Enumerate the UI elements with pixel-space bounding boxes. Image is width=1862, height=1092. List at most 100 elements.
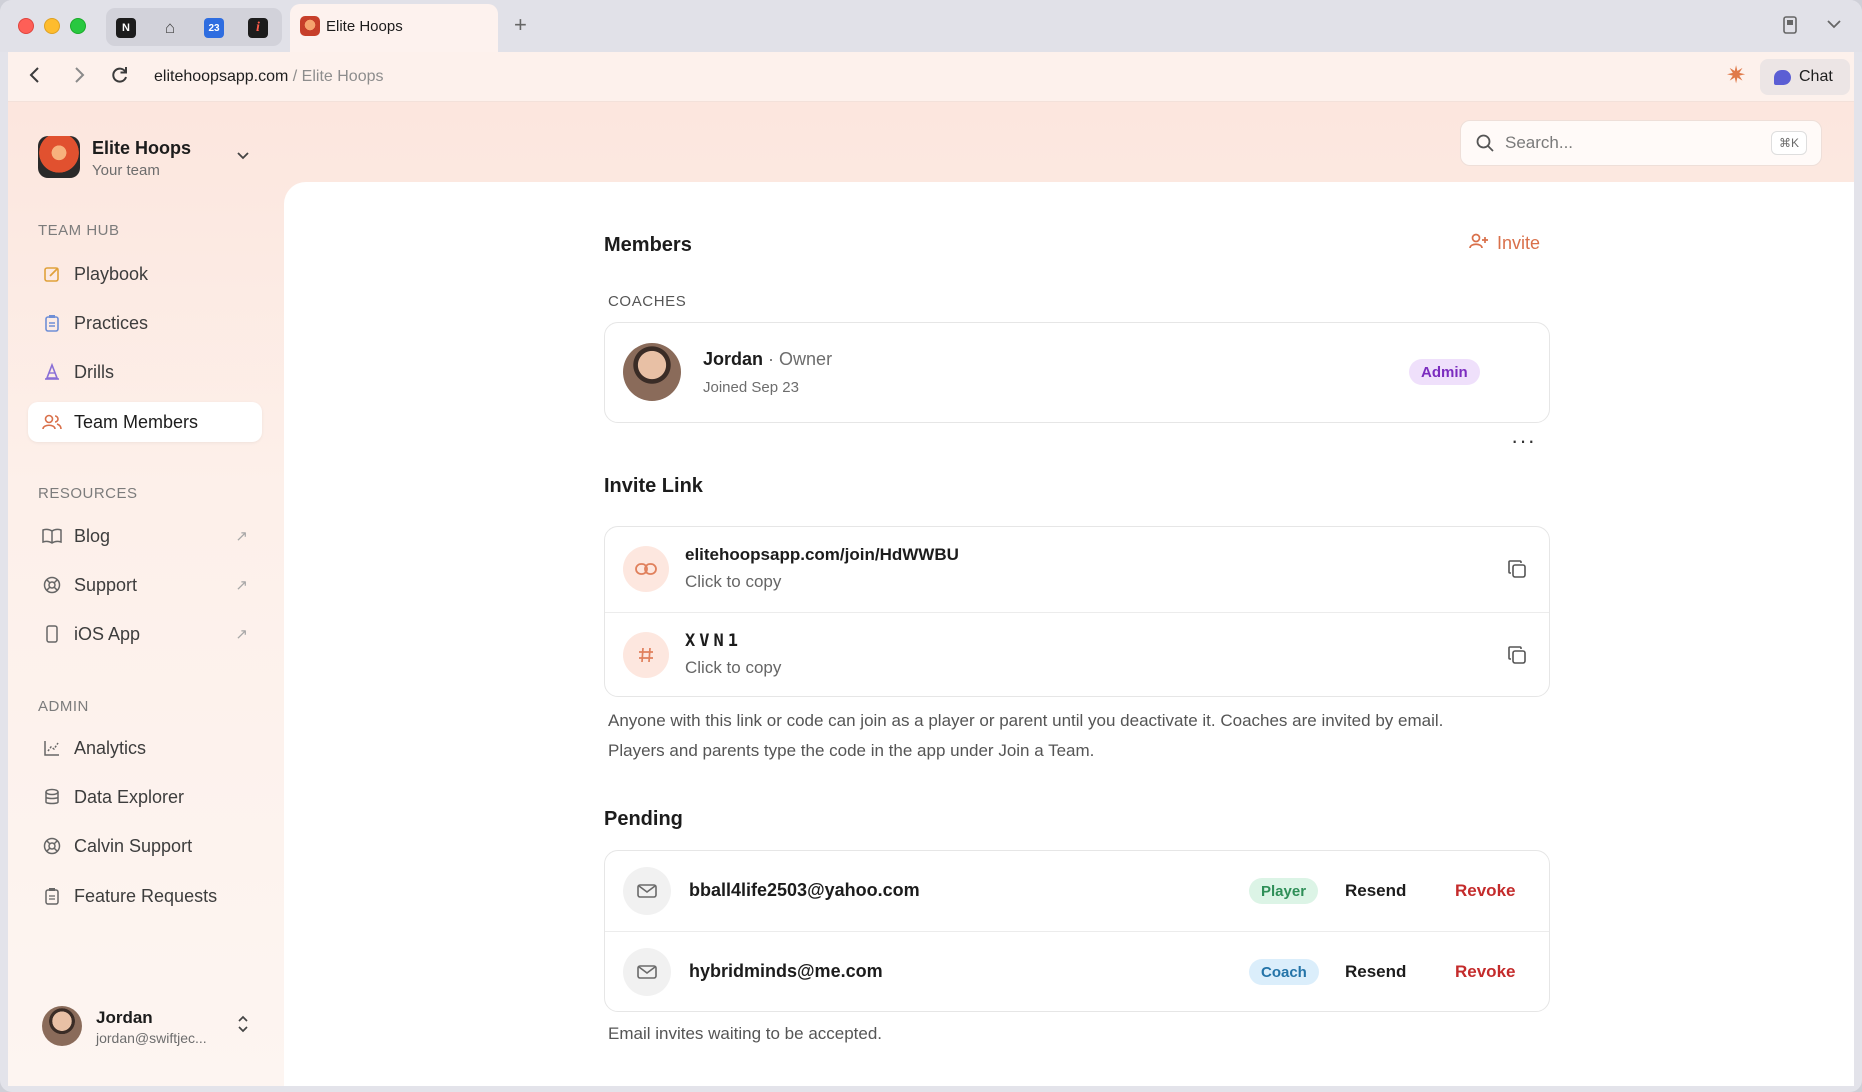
pending-email: bball4life2503@yahoo.com (689, 880, 920, 900)
pinned-tab-notion[interactable]: N (116, 18, 136, 38)
revoke-button[interactable]: Revoke (1455, 962, 1515, 982)
external-link-icon: ↗ (235, 528, 248, 545)
main-panel: Members Invite COACHES Jordan · Owner Jo… (284, 182, 1854, 1086)
tab-strip: N ⌂ 23 i Elite Hoops + (0, 0, 1862, 52)
admin-label: ADMIN (38, 698, 89, 715)
team-hub-label: TEAM HUB (38, 222, 120, 239)
forward-button[interactable] (70, 64, 88, 92)
sidebar-item-label: Drills (74, 361, 114, 382)
sidebar-item-data-explorer[interactable]: Data Explorer (28, 777, 262, 817)
close-window-button[interactable] (18, 18, 34, 34)
status-badge: Player (1249, 878, 1319, 904)
chat-button[interactable]: Chat (1760, 59, 1850, 95)
invite-button[interactable]: Invite (1469, 232, 1540, 255)
status-badge: Admin (1409, 359, 1480, 385)
elite-hoops-favicon-icon (300, 16, 320, 36)
resources-label: RESOURCES (38, 485, 138, 502)
address-bar[interactable]: elitehoopsapp.com / Elite Hoops (154, 68, 384, 86)
sidebar-item-label: Playbook (74, 263, 149, 284)
invite-link-note-line-2: Players and parents type the code in the… (608, 741, 1095, 760)
browser-window: N ⌂ 23 i Elite Hoops + elitehoopsapp.com (0, 0, 1862, 1092)
sidebar-item-support[interactable]: Support ↗ (28, 565, 262, 605)
copy-icon[interactable] (1507, 645, 1527, 670)
active-tab[interactable]: Elite Hoops (290, 4, 498, 52)
user-plus-icon (1469, 232, 1489, 255)
team-name: Elite Hoops (92, 138, 192, 158)
pending-email: hybridminds@me.com (689, 961, 883, 981)
sidebar-item-label: Blog (74, 525, 111, 546)
invite-code: XVN1 (685, 631, 742, 651)
pending-card: bball4life2503@yahoo.com Player Resend R… (604, 850, 1550, 1012)
cone-icon (42, 362, 62, 382)
copy-hint: Click to copy (685, 658, 782, 677)
more-options-button[interactable]: ··· (1511, 428, 1536, 454)
copy-icon[interactable] (1507, 559, 1527, 584)
reload-button[interactable] (110, 64, 130, 92)
sidebar-item-label: Team Members (74, 411, 199, 432)
list-item: hybridminds@me.com Coach Resend Revoke (605, 931, 1549, 1012)
url-separator: / (292, 68, 298, 85)
app-root: Elite Hoops Your team TEAM HUB Playbook … (8, 102, 1854, 1086)
coach-separator: · (768, 349, 775, 369)
maximize-window-button[interactable] (70, 18, 86, 34)
coach-role: Owner (779, 349, 833, 369)
sidebar-item-blog[interactable]: Blog ↗ (28, 516, 262, 556)
phone-icon (42, 624, 62, 644)
users-icon (42, 412, 62, 432)
user-email: jordan@swiftjec... (96, 1030, 207, 1046)
invite-label: Invite (1496, 233, 1540, 253)
tab-overview-chevron-icon[interactable] (1826, 16, 1842, 37)
chat-label: Chat (1799, 68, 1833, 85)
search-input[interactable] (1505, 131, 1755, 155)
invite-code-row[interactable]: XVN1 Click to copy (605, 612, 1549, 697)
members-title: Members (604, 234, 692, 256)
sidebar-item-playbook[interactable]: Playbook (28, 254, 262, 294)
clipboard-icon (42, 313, 62, 333)
external-link-icon: ↗ (235, 577, 248, 594)
sidebar-item-team-members[interactable]: Team Members (28, 402, 262, 442)
team-logo (38, 136, 80, 178)
sidebar-item-calvin-support[interactable]: Calvin Support (28, 826, 262, 866)
status-badge: Coach (1249, 959, 1319, 985)
resend-button[interactable]: Resend (1345, 962, 1406, 982)
url-domain: elitehoopsapp.com (154, 68, 289, 85)
sidebar-toggle-icon[interactable] (1782, 16, 1798, 39)
invite-link-row[interactable]: elitehoopsapp.com/join/HdWWBU Click to c… (605, 527, 1549, 612)
revoke-button[interactable]: Revoke (1455, 881, 1515, 901)
new-tab-button[interactable]: + (514, 12, 527, 38)
pinned-tab-info[interactable]: i (248, 18, 268, 38)
mail-icon (623, 867, 671, 915)
database-icon (42, 787, 62, 807)
sidebar-item-label: Data Explorer (74, 786, 185, 807)
sidebar-item-drills[interactable]: Drills (28, 352, 262, 392)
pinned-tabs: N ⌂ 23 i (106, 8, 282, 46)
avatar (623, 343, 681, 401)
search-bar[interactable]: ⌘K (1460, 120, 1822, 166)
copy-hint: Click to copy (685, 572, 782, 591)
sidebar-item-analytics[interactable]: Analytics (28, 728, 262, 768)
assistant-sparkle-icon[interactable]: ✷ (1726, 61, 1746, 90)
invite-link-note: Anyone with this link or code can join a… (608, 706, 1538, 766)
pinned-tab-home[interactable]: ⌂ (160, 18, 180, 38)
pending-note: Email invites waiting to be accepted. (608, 1024, 883, 1043)
minimize-window-button[interactable] (44, 18, 60, 34)
invite-link-url: elitehoopsapp.com/join/HdWWBU (685, 545, 959, 564)
sidebar-item-ios-app[interactable]: iOS App ↗ (28, 614, 262, 654)
user-menu[interactable]: Jordan jordan@swiftjec... (42, 1002, 262, 1052)
list-item: bball4life2503@yahoo.com Player Resend R… (605, 851, 1549, 931)
back-button[interactable] (26, 64, 44, 92)
chart-icon (42, 738, 62, 758)
team-switcher[interactable]: Elite Hoops Your team (38, 134, 268, 186)
sidebar-item-label: Calvin Support (74, 835, 193, 856)
sidebar-item-practices[interactable]: Practices (28, 303, 262, 343)
lifebuoy-icon (42, 836, 62, 856)
invite-link-card: elitehoopsapp.com/join/HdWWBU Click to c… (604, 526, 1550, 697)
pinned-tab-calendar[interactable]: 23 (204, 18, 224, 38)
resend-button[interactable]: Resend (1345, 881, 1406, 901)
coaches-label: COACHES (608, 293, 687, 310)
link-icon (623, 546, 669, 592)
coach-name: Jordan · Owner (703, 349, 832, 370)
team-subtitle: Your team (92, 162, 160, 179)
sidebar-item-feature-requests[interactable]: Feature Requests (28, 876, 262, 916)
user-name: Jordan (96, 1008, 153, 1027)
